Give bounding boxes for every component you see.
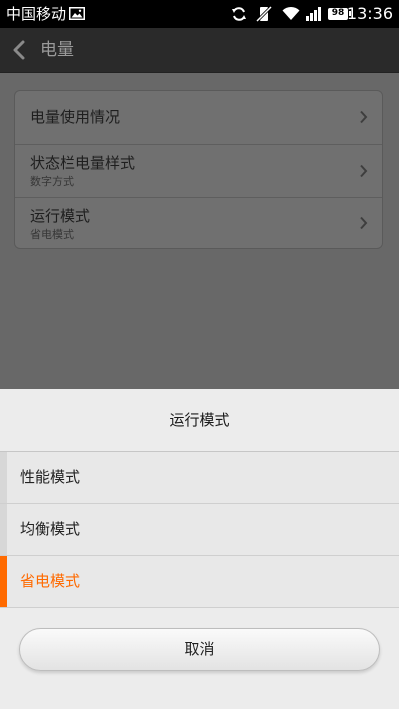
image-notification-icon [69, 7, 85, 20]
settings-item-subtitle: 数字方式 [30, 175, 74, 188]
chevron-right-icon [360, 216, 368, 230]
title-bar: 电量 [0, 28, 399, 73]
carrier-name: 中国移动 [6, 5, 67, 23]
option-performance-mode[interactable]: 性能模式 [0, 452, 399, 504]
option-label: 性能模式 [20, 468, 81, 486]
settings-item-title: 电量使用情况 [30, 108, 121, 126]
cancel-button[interactable]: 取消 [19, 628, 380, 671]
option-label: 省电模式 [20, 572, 81, 590]
settings-item-statusbar-style[interactable]: 状态栏电量样式 数字方式 [15, 144, 382, 197]
dialog-title: 运行模式 [0, 389, 399, 452]
chevron-left-icon[interactable] [12, 40, 26, 60]
vibrate-off-icon [256, 6, 272, 22]
clock: 13:36 [346, 4, 393, 23]
status-bar: 中国移动 98 13:36 [0, 0, 399, 28]
settings-list: 电量使用情况 状态栏电量样式 数字方式 运行模式 省电模式 [14, 90, 383, 249]
settings-item-run-mode[interactable]: 运行模式 省电模式 [15, 197, 382, 248]
settings-item-title: 运行模式 [30, 207, 91, 225]
option-indicator [0, 504, 7, 555]
battery-icon: 98 [328, 8, 351, 20]
settings-item-title: 状态栏电量样式 [30, 154, 136, 172]
page-title: 电量 [40, 40, 74, 60]
option-selected-indicator [0, 556, 7, 607]
chevron-right-icon [360, 164, 368, 178]
wifi-icon [282, 6, 300, 20]
signal-icon [306, 7, 321, 21]
option-label: 均衡模式 [20, 520, 81, 538]
option-power-saving-mode[interactable]: 省电模式 [0, 556, 399, 608]
run-mode-dialog: 运行模式 性能模式 均衡模式 省电模式 取消 [0, 389, 399, 709]
settings-item-subtitle: 省电模式 [30, 228, 74, 241]
option-indicator [0, 452, 7, 503]
settings-item-battery-usage[interactable]: 电量使用情况 [15, 91, 382, 144]
chevron-right-icon [360, 110, 368, 124]
sync-icon [232, 7, 246, 21]
option-balanced-mode[interactable]: 均衡模式 [0, 504, 399, 556]
